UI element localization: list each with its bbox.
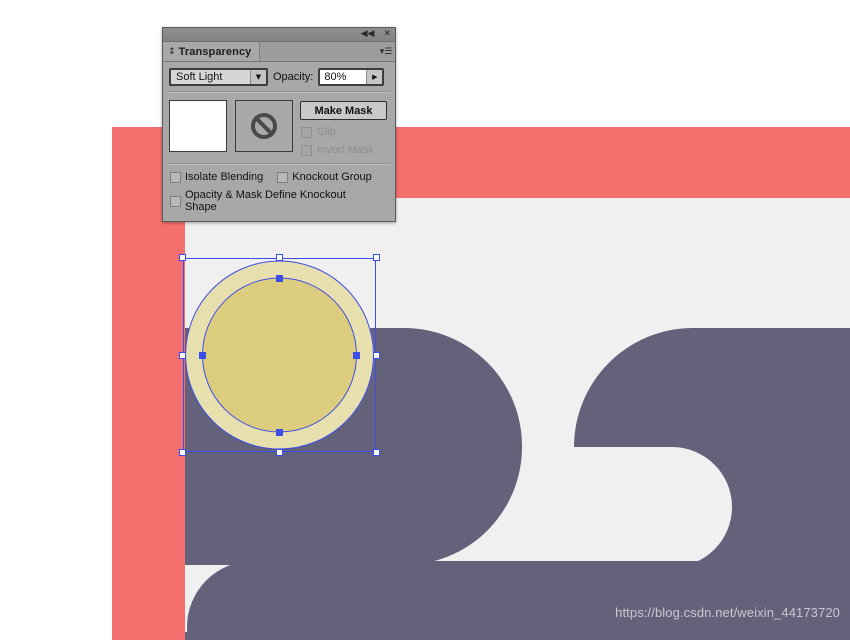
artwork-thumbnail[interactable]	[169, 100, 227, 152]
anchor-top[interactable]	[276, 275, 283, 282]
path-outlines	[185, 260, 374, 450]
blend-mode-select[interactable]: Soft Light ▼	[169, 68, 268, 86]
invert-mask-label: Invert Mask	[317, 144, 374, 156]
chevron-down-icon[interactable]: ▼	[250, 70, 266, 84]
tab-transparency-label: Transparency	[178, 45, 252, 58]
opacity-input[interactable]: 80% ▶	[318, 68, 385, 86]
tab-grip-icon: ↕	[168, 46, 176, 57]
mask-row: Make Mask Clip Invert Mask	[163, 93, 395, 163]
anchor-bottom[interactable]	[276, 429, 283, 436]
blend-mode-value: Soft Light	[176, 71, 223, 83]
anchor-left[interactable]	[199, 352, 206, 359]
isolate-blending-row[interactable]: Isolate Blending	[170, 171, 263, 183]
isolate-blending-label: Isolate Blending	[185, 171, 264, 183]
transparency-panel[interactable]: ◀◀ ✕ ↕ Transparency ▾☰ Soft Light ▼ Opac…	[162, 27, 396, 222]
thumbnail-group	[169, 100, 293, 152]
mask-thumbnail[interactable]	[235, 100, 293, 152]
blend-mode-row: Soft Light ▼ Opacity: 80% ▶	[163, 62, 395, 91]
tab-empty-area	[260, 42, 377, 61]
collapse-double-left-icon[interactable]: ◀◀	[361, 30, 375, 39]
clip-checkbox[interactable]	[301, 126, 312, 138]
opacity-label: Opacity:	[273, 71, 314, 83]
panel-tab-row[interactable]: ↕ Transparency ▾☰	[163, 42, 395, 62]
close-icon[interactable]: ✕	[383, 30, 391, 39]
illustration-canvas[interactable]: https://blog.csdn.net/weixin_44173720	[0, 0, 850, 640]
no-mask-icon	[251, 113, 277, 139]
tab-transparency[interactable]: ↕ Transparency	[163, 42, 261, 61]
watermark-text: https://blog.csdn.net/weixin_44173720	[615, 605, 840, 620]
knockout-group-label: Knockout Group	[292, 171, 372, 183]
knockout-group-row[interactable]: Knockout Group	[277, 171, 372, 183]
panel-menu-icon[interactable]: ▾☰	[377, 42, 395, 61]
opacity-value: 80%	[324, 71, 347, 83]
knockout-group-checkbox[interactable]	[277, 171, 289, 183]
anchor-right[interactable]	[353, 352, 360, 359]
options-row-2: Opacity & Mask Define Knockout Shape	[170, 189, 389, 213]
isolate-blending-checkbox[interactable]	[170, 171, 181, 183]
opacity-mask-knockout-row[interactable]: Opacity & Mask Define Knockout Shape	[170, 189, 380, 213]
make-mask-button[interactable]: Make Mask	[300, 101, 387, 120]
opacity-mask-knockout-checkbox[interactable]	[170, 195, 181, 207]
panel-options: Isolate Blending Knockout Group Opacity …	[163, 165, 395, 221]
invert-mask-checkbox[interactable]	[301, 144, 312, 156]
invert-mask-checkbox-row[interactable]: Invert Mask	[299, 144, 389, 156]
chevron-right-icon[interactable]: ▶	[366, 70, 383, 84]
panel-titlebar[interactable]: ◀◀ ✕	[163, 28, 395, 42]
clip-checkbox-row[interactable]: Clip	[299, 126, 389, 138]
opacity-mask-knockout-label: Opacity & Mask Define Knockout Shape	[184, 189, 346, 213]
selection-bounding-box[interactable]	[179, 254, 380, 456]
clip-label: Clip	[317, 126, 336, 138]
options-row-1: Isolate Blending Knockout Group	[170, 171, 389, 183]
mask-controls: Make Mask Clip Invert Mask	[299, 100, 389, 156]
